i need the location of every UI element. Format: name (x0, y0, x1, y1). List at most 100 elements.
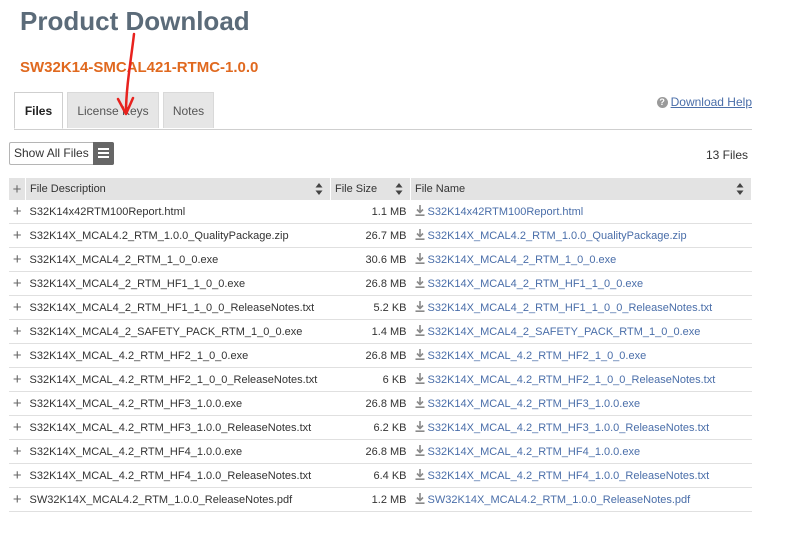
question-circle-icon: ? (656, 97, 668, 108)
plus-icon[interactable]: + (13, 251, 22, 268)
file-description: S32K14X_MCAL_4.2_RTM_HF3_1.0.0.exe (25, 391, 331, 416)
download-arrow-icon[interactable] (415, 373, 425, 384)
page-title: Product Download (20, 6, 250, 36)
file-name-cell: S32K14X_MCAL4.2_RTM_1.0.0_QualityPackage… (410, 223, 752, 248)
download-help-link[interactable]: ? Download Help (656, 95, 752, 109)
table-row: + S32K14X_MCAL4_2_RTM_HF1_1_0_0.exe 26.8 M… (9, 271, 752, 296)
file-download-link[interactable]: SW32K14X_MCAL4.2_RTM_1.0.0_ReleaseNotes.… (428, 494, 691, 506)
tab-bar: Files License Keys Notes ? Download Help (14, 92, 752, 130)
expand-row-button[interactable]: + (9, 295, 26, 320)
plus-icon[interactable]: + (13, 419, 22, 436)
file-description: S32K14X_MCAL_4.2_RTM_HF2_1_0_0.exe (25, 343, 331, 368)
file-download-link[interactable]: S32K14x42RTM100Report.html (428, 206, 584, 218)
download-arrow-icon[interactable] (415, 301, 425, 312)
table-row: + S32K14X_MCAL4_2_RTM_1_0_0.exe 30.6 MB S32… (9, 247, 752, 272)
plus-icon[interactable]: + (13, 347, 22, 364)
file-description: S32K14X_MCAL4_2_SAFETY_PACK_RTM_1_0_0.ex… (25, 319, 331, 344)
file-description: S32K14X_MCAL4.2_RTM_1.0.0_QualityPackage… (25, 223, 331, 248)
file-download-link[interactable]: S32K14X_MCAL_4.2_RTM_HF3_1.0.0.exe (428, 398, 641, 410)
file-name-cell: S32K14X_MCAL4_2_SAFETY_PACK_RTM_1_0_0.ex… (410, 319, 752, 344)
file-download-link[interactable]: S32K14X_MCAL4_2_RTM_HF1_1_0_0.exe (428, 278, 644, 290)
expand-row-button[interactable]: + (9, 200, 26, 224)
file-download-link[interactable]: S32K14X_MCAL_4.2_RTM_HF4_1.0.0.exe (428, 446, 641, 458)
file-name-cell: S32K14X_MCAL_4.2_RTM_HF2_1_0_0.exe (410, 343, 752, 368)
plus-icon[interactable]: + (13, 395, 22, 412)
sort-arrows-icon[interactable] (315, 182, 323, 196)
expand-row-button[interactable]: + (9, 367, 26, 392)
table-row: + S32K14X_MCAL_4.2_RTM_HF3_1.0.0.exe 26.8 … (9, 391, 752, 416)
plus-icon[interactable]: + (13, 467, 22, 484)
download-arrow-icon[interactable] (415, 469, 425, 480)
download-arrow-icon[interactable] (415, 325, 425, 336)
download-arrow-icon[interactable] (415, 277, 425, 288)
table-row: + S32K14x42RTM100Report.html 1.1 MB S32K14x… (9, 200, 752, 224)
file-size: 1.2 MB (330, 487, 411, 512)
plus-icon[interactable]: + (13, 443, 22, 460)
plus-icon[interactable]: + (13, 181, 22, 198)
tab-license-keys[interactable]: License Keys (67, 92, 159, 128)
column-file-description[interactable]: File Description (25, 178, 331, 200)
download-arrow-icon[interactable] (415, 493, 425, 504)
download-arrow-icon[interactable] (415, 445, 425, 456)
plus-icon[interactable]: + (13, 299, 22, 316)
file-name-cell: S32K14x42RTM100Report.html (410, 200, 752, 224)
plus-icon[interactable]: + (13, 275, 22, 292)
column-file-name[interactable]: File Name (410, 178, 752, 200)
plus-icon[interactable]: + (13, 371, 22, 388)
file-download-link[interactable]: S32K14X_MCAL_4.2_RTM_HF2_1_0_0_ReleaseNo… (428, 374, 716, 386)
download-arrow-icon[interactable] (415, 253, 425, 264)
plus-icon[interactable]: + (13, 227, 22, 244)
plus-icon[interactable]: + (13, 323, 22, 340)
file-name-cell: SW32K14X_MCAL4.2_RTM_1.0.0_ReleaseNotes.… (410, 487, 752, 512)
expand-row-button[interactable]: + (9, 439, 26, 464)
sort-arrows-icon[interactable] (736, 182, 744, 196)
table-row: + S32K14X_MCAL_4.2_RTM_HF2_1_0_0_ReleaseN… (9, 367, 752, 392)
expand-row-button[interactable]: + (9, 343, 26, 368)
expand-row-button[interactable]: + (9, 391, 26, 416)
file-size: 5.2 KB (330, 295, 411, 320)
expand-all-header[interactable]: + (9, 178, 26, 200)
file-name-cell: S32K14X_MCAL4_2_RTM_HF1_1_0_0_ReleaseNot… (410, 295, 752, 320)
file-download-link[interactable]: S32K14X_MCAL4.2_RTM_1.0.0_QualityPackage… (428, 230, 687, 242)
sort-arrows-icon[interactable] (395, 182, 403, 196)
file-size: 26.8 MB (330, 439, 411, 464)
expand-row-button[interactable]: + (9, 463, 26, 488)
file-description: S32K14X_MCAL_4.2_RTM_HF2_1_0_0_ReleaseNo… (25, 367, 331, 392)
files-table: + File Description File Size File Name +… (9, 178, 752, 512)
download-arrow-icon[interactable] (415, 397, 425, 408)
table-row: + S32K14X_MCAL_4.2_RTM_HF4_1.0.0_ReleaseN… (9, 463, 752, 488)
table-row: + S32K14X_MCAL4_2_RTM_HF1_1_0_0_ReleaseNo… (9, 295, 752, 320)
file-download-link[interactable]: S32K14X_MCAL4_2_RTM_HF1_1_0_0_ReleaseNot… (428, 302, 713, 314)
expand-row-button[interactable]: + (9, 247, 26, 272)
file-description: S32K14X_MCAL_4.2_RTM_HF4_1.0.0.exe (25, 439, 331, 464)
file-description: S32K14X_MCAL_4.2_RTM_HF4_1.0.0_ReleaseNo… (25, 463, 331, 488)
download-arrow-icon[interactable] (415, 229, 425, 240)
table-body: + S32K14x42RTM100Report.html 1.1 MB S32K14x… (9, 200, 752, 512)
download-arrow-icon[interactable] (415, 349, 425, 360)
plus-icon[interactable]: + (13, 491, 22, 508)
hamburger-menu-icon[interactable] (92, 142, 114, 165)
product-code: SW32K14-SMCAL421-RTMC-1.0.0 (20, 59, 259, 76)
expand-row-button[interactable]: + (9, 415, 26, 440)
tab-notes[interactable]: Notes (163, 92, 214, 128)
tab-files[interactable]: Files (14, 92, 63, 129)
file-download-link[interactable]: S32K14X_MCAL4_2_RTM_1_0_0.exe (428, 254, 617, 266)
file-download-link[interactable]: S32K14X_MCAL_4.2_RTM_HF3_1.0.0_ReleaseNo… (428, 422, 710, 434)
expand-row-button[interactable]: + (9, 223, 26, 248)
file-download-link[interactable]: S32K14X_MCAL_4.2_RTM_HF4_1.0.0_ReleaseNo… (428, 470, 710, 482)
expand-row-button[interactable]: + (9, 271, 26, 296)
file-size: 26.7 MB (330, 223, 411, 248)
file-download-link[interactable]: S32K14X_MCAL_4.2_RTM_HF2_1_0_0.exe (428, 350, 647, 362)
download-arrow-icon[interactable] (415, 205, 425, 216)
expand-row-button[interactable]: + (9, 487, 26, 512)
plus-icon[interactable]: + (13, 203, 22, 220)
file-download-link[interactable]: S32K14X_MCAL4_2_SAFETY_PACK_RTM_1_0_0.ex… (428, 326, 701, 338)
download-arrow-icon[interactable] (415, 421, 425, 432)
show-all-files-dropdown[interactable]: Show All Files (9, 142, 114, 165)
column-file-size[interactable]: File Size (330, 178, 411, 200)
column-label: File Size (335, 183, 378, 195)
expand-row-button[interactable]: + (9, 319, 26, 344)
file-size: 26.8 MB (330, 271, 411, 296)
table-row: + S32K14X_MCAL4_2_SAFETY_PACK_RTM_1_0_0.e… (9, 319, 752, 344)
table-row: + S32K14X_MCAL4.2_RTM_1.0.0_QualityPackag… (9, 223, 752, 248)
